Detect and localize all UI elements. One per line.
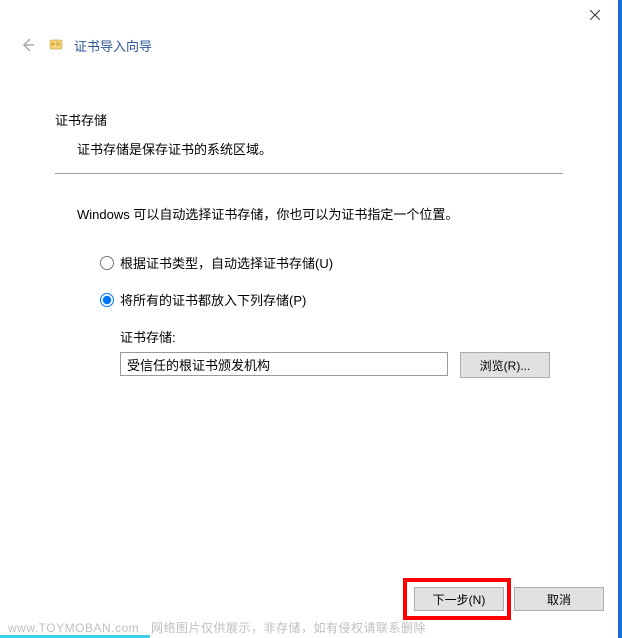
footer-buttons: 下一步(N) 取消 [414,587,604,611]
back-arrow-icon [20,37,36,53]
content-area: 证书存储 证书存储是保存证书的系统区域。 Windows 可以自动选择证书存储，… [0,55,618,378]
divider [55,173,563,174]
radio-manual-label[interactable]: 将所有的证书都放入下列存储(P) [120,290,306,309]
radio-auto-select[interactable] [100,256,114,270]
cancel-button[interactable]: 取消 [514,587,604,611]
watermark: www.TOYMOBAN.com 网络图片仅供展示，非存储，如有侵权请联系删除 [8,619,426,636]
next-button[interactable]: 下一步(N) [414,587,504,611]
store-label: 证书存储: [120,327,563,346]
watermark-domain: www.TOYMOBAN.com [8,621,139,635]
radio-group: 根据证书类型，自动选择证书存储(U) 将所有的证书都放入下列存储(P) [55,253,563,309]
store-section: 证书存储: 浏览(R)... [55,327,563,378]
wizard-header: 证书导入向导 [0,0,618,55]
watermark-text: 网络图片仅供展示，非存储，如有侵权请联系删除 [151,621,426,635]
radio-manual-select[interactable] [100,293,114,307]
radio-auto-label[interactable]: 根据证书类型，自动选择证书存储(U) [120,253,333,272]
wizard-title: 证书导入向导 [74,36,152,55]
store-input[interactable] [120,352,448,376]
section-title: 证书存储 [55,110,563,129]
browse-button[interactable]: 浏览(R)... [460,352,550,378]
close-button[interactable] [572,0,618,30]
close-icon [590,10,600,20]
certificate-wizard-icon [48,37,64,53]
section-description: 证书存储是保存证书的系统区域。 [55,139,563,158]
instruction-text: Windows 可以自动选择证书存储，你也可以为证书指定一个位置。 [55,204,563,223]
back-button[interactable] [18,35,38,55]
